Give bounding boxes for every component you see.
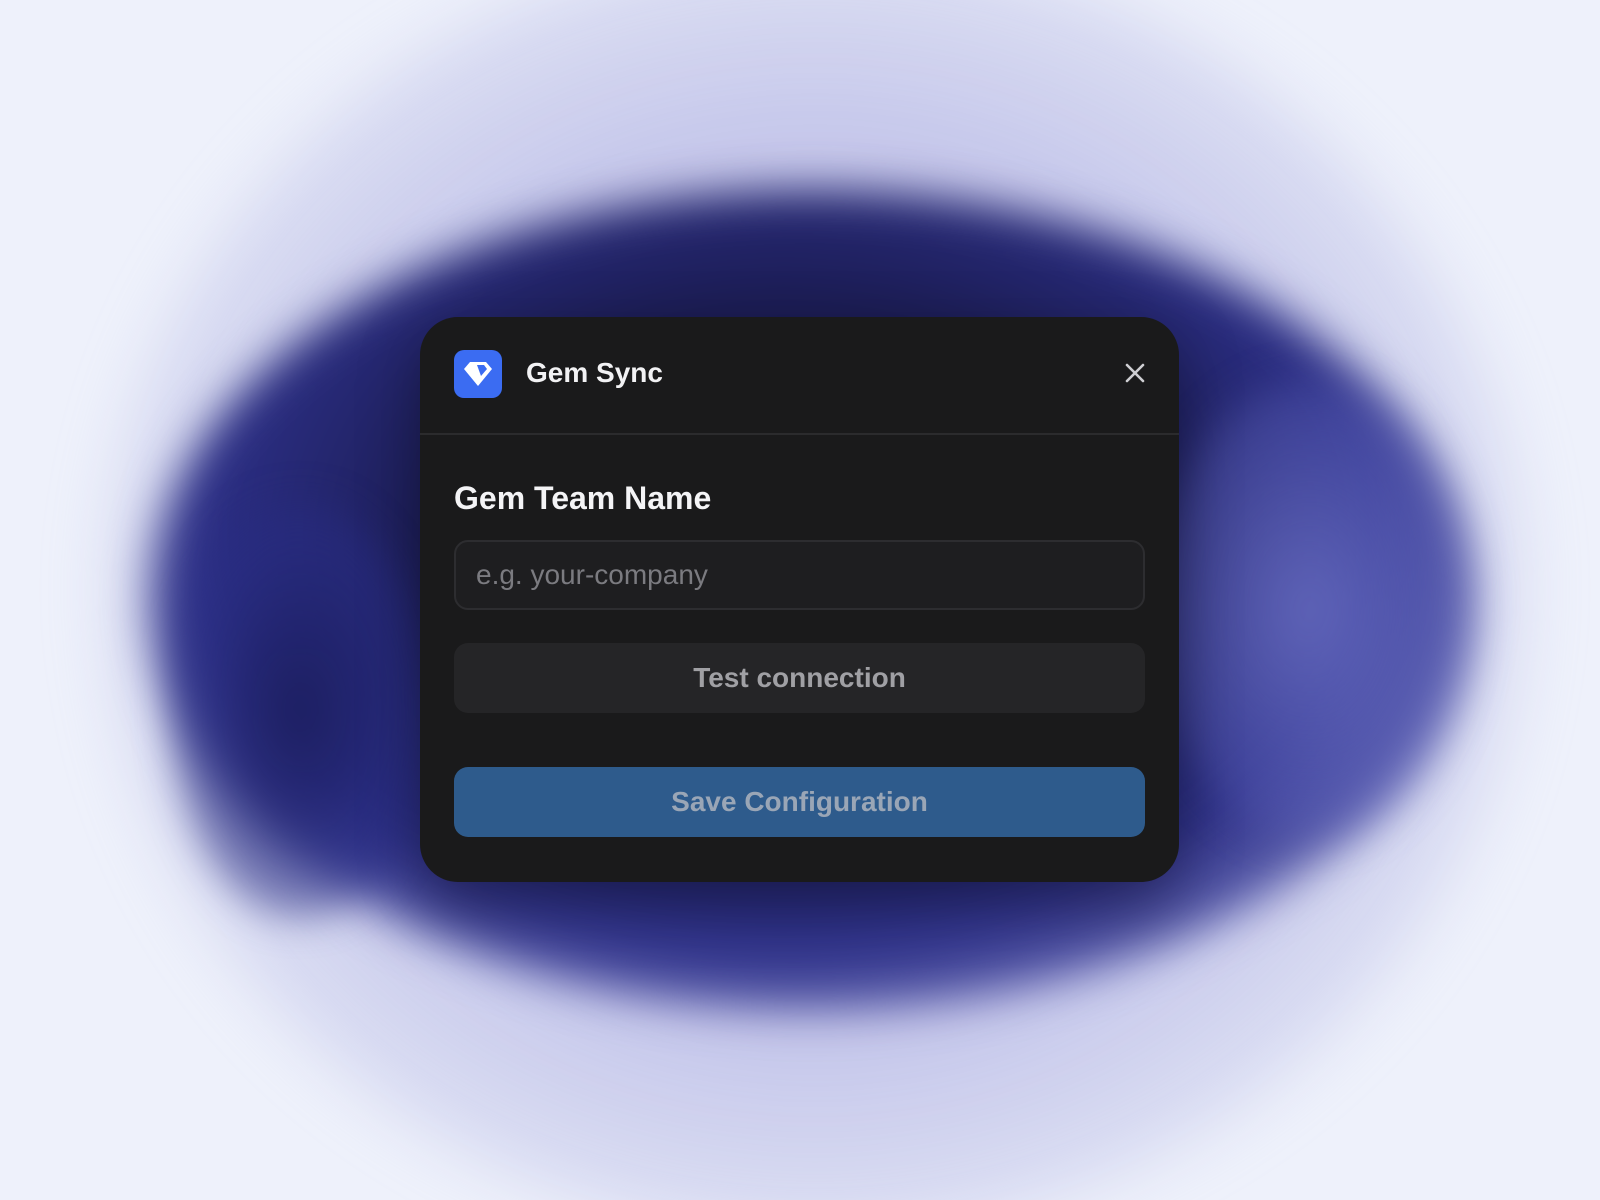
background-glow-right (1150, 380, 1470, 840)
gem-icon (454, 350, 502, 398)
test-connection-label: Test connection (693, 662, 906, 693)
team-name-label: Gem Team Name (454, 480, 712, 516)
background-glow-left (170, 500, 430, 920)
close-button[interactable] (1117, 355, 1153, 391)
dialog-header: Gem Sync (420, 317, 1179, 435)
dialog-title: Gem Sync (526, 357, 663, 388)
close-icon (1125, 363, 1145, 383)
gem-sync-dialog: Gem Sync Gem Team Name Test connection S… (420, 317, 1179, 882)
team-name-input[interactable] (454, 540, 1145, 610)
save-configuration-label: Save Configuration (671, 786, 928, 817)
save-configuration-button[interactable]: Save Configuration (454, 767, 1145, 837)
test-connection-button[interactable]: Test connection (454, 643, 1145, 713)
